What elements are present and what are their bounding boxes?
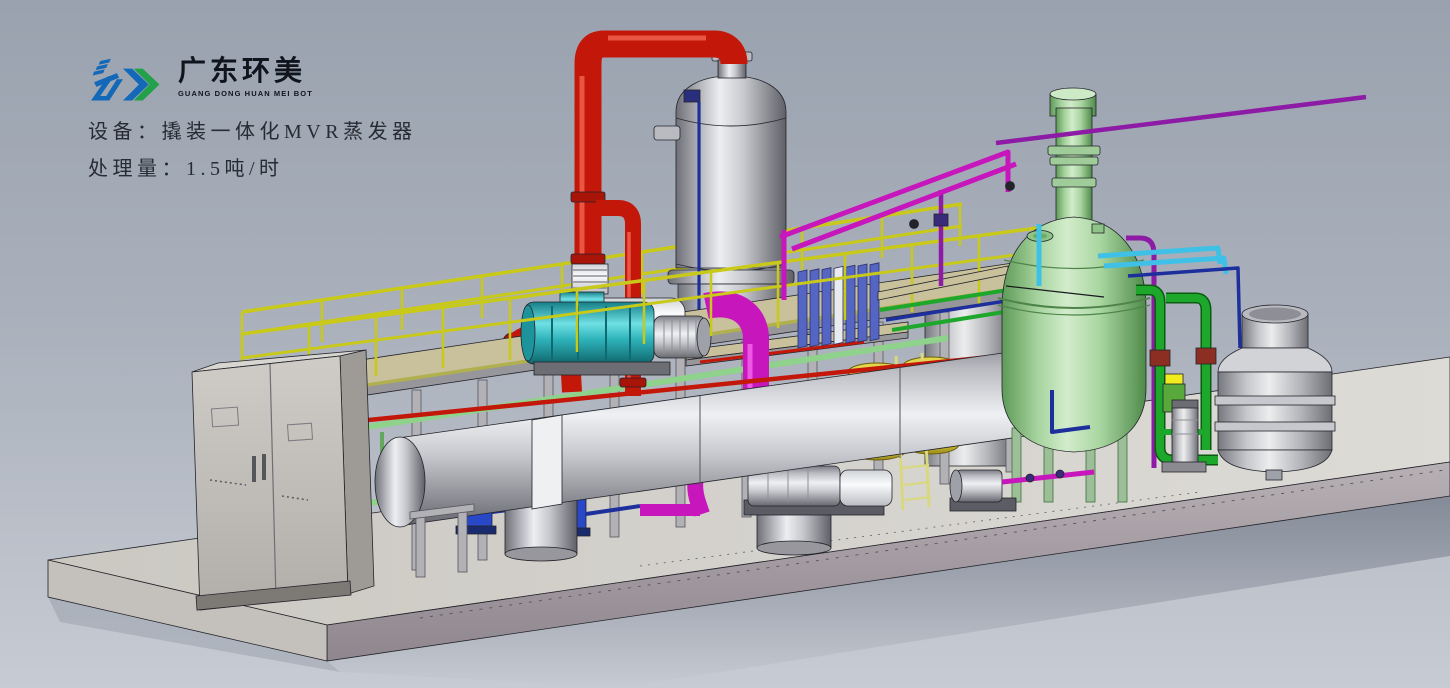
control-cabinet [192, 350, 374, 610]
discharge-tank [1215, 305, 1335, 480]
crystallizer-reactor [998, 88, 1150, 502]
mvr-evaporator-scene [0, 0, 1450, 688]
cad-render-viewport: 广东环美 GUANG DONG HUAN MEI BOT 设备：撬装一体化MVR… [0, 0, 1450, 688]
